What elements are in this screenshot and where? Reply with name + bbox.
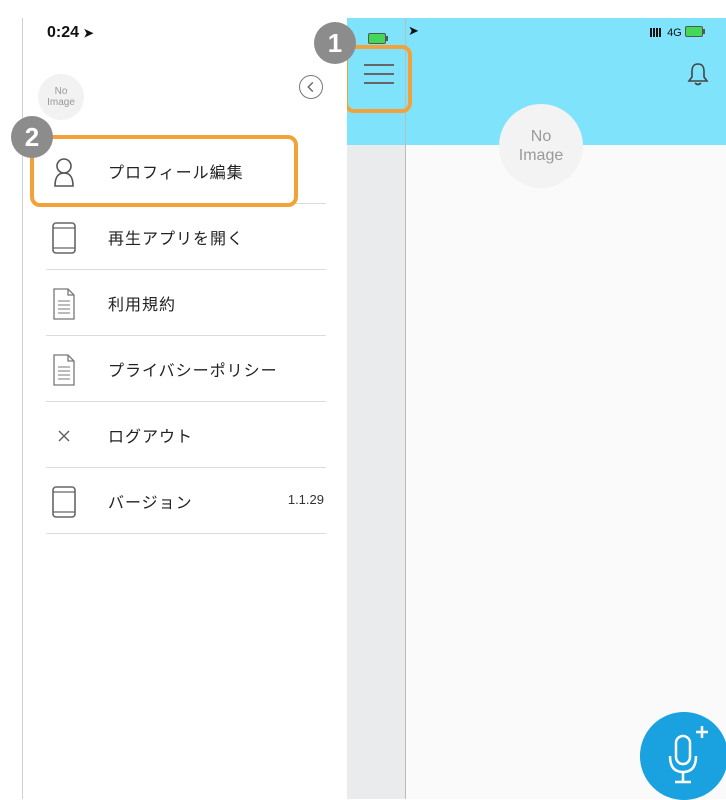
version-number: 1.1.29 — [287, 492, 324, 507]
location-icon: ➤ — [83, 26, 94, 40]
panel-divider — [405, 18, 406, 799]
location-icon: ➤ — [408, 24, 419, 39]
drawer-shadow-strip — [346, 145, 405, 799]
main-avatar: No Image — [499, 104, 583, 188]
tablet-icon — [52, 486, 76, 518]
menu-item-label: ログアウト — [108, 427, 194, 446]
battery-icon — [684, 26, 705, 37]
menu-item-label: 利用規約 — [108, 295, 177, 314]
close-icon — [58, 430, 70, 442]
main-content — [406, 145, 726, 799]
network-label: 4G — [667, 27, 682, 39]
screenshot-frame: ➤ 4G No Image 0:24 ➤ No Image プロフィール編集 再… — [0, 0, 726, 800]
drawer-avatar-text: No Image — [47, 86, 75, 108]
menu-item-label: 再生アプリを開く — [108, 229, 245, 248]
document-icon — [53, 288, 75, 320]
step-badge-1: 1 — [314, 22, 356, 64]
status-bar-left: 0:24 ➤ — [47, 24, 94, 42]
status-bar-right: 4G — [650, 26, 705, 39]
step-badge-2: 2 — [11, 116, 53, 158]
chevron-left-icon[interactable] — [299, 75, 323, 99]
main-avatar-text: No Image — [518, 128, 564, 164]
menu-item-label: プライバシーポリシー — [108, 361, 278, 380]
tablet-icon — [52, 222, 76, 254]
drawer-avatar: No Image — [38, 74, 84, 120]
menu-item-logout[interactable]: ログアウト — [46, 402, 326, 468]
menu-item-privacy[interactable]: プライバシーポリシー — [46, 336, 326, 402]
signal-icon — [650, 28, 662, 37]
menu-item-version: バージョン 1.1.29 — [46, 468, 326, 534]
menu-item-label: バージョン — [108, 493, 193, 512]
menu-item-terms[interactable]: 利用規約 — [46, 270, 326, 336]
bell-icon[interactable] — [687, 62, 709, 86]
document-icon — [53, 354, 75, 386]
mic-add-button[interactable] — [640, 712, 726, 800]
battery-icon — [368, 28, 388, 47]
menu-item-open-player[interactable]: 再生アプリを開く — [46, 204, 326, 270]
hamburger-highlight — [344, 45, 412, 113]
profile-highlight — [30, 135, 298, 207]
status-time: 0:24 — [47, 24, 80, 41]
